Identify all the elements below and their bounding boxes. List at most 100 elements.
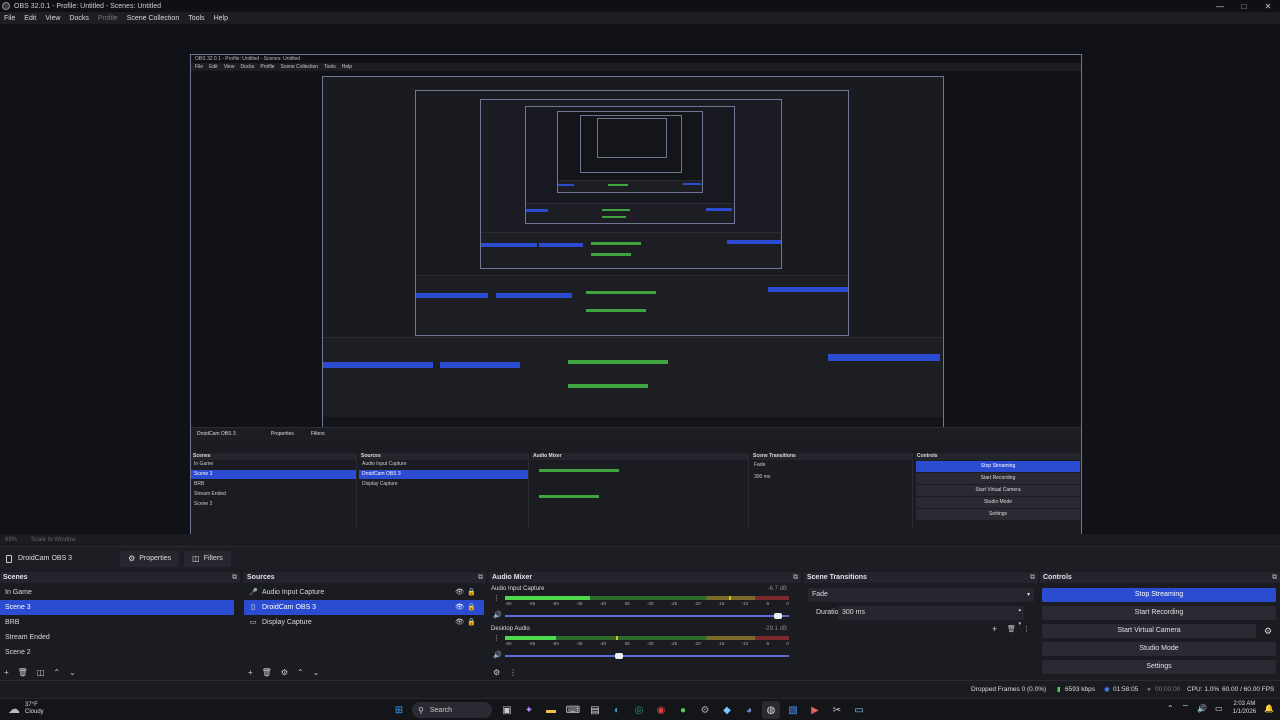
move-up-icon[interactable]: ⌃ [53, 668, 60, 677]
transitions-header: Scene Transitions ⧉ [804, 572, 1038, 583]
notepad-icon[interactable]: ▤ [586, 701, 604, 719]
weather-widget[interactable]: ☁ 37°F Cloudy [8, 702, 44, 716]
app-icon[interactable]: ● [674, 701, 692, 719]
cloud-icon: ☁ [8, 702, 20, 716]
eye-icon[interactable]: 👁 [455, 585, 464, 600]
windows-start-icon[interactable]: ⊞ [390, 701, 408, 719]
scene-item[interactable]: Scene 2 [0, 645, 240, 660]
nested-transitions-dock: Scene Transitions Fade 300 ms [751, 453, 913, 529]
source-item[interactable]: ▯ DroidCam OBS 3 👁 🔒 [244, 600, 484, 615]
move-down-icon[interactable]: ⌄ [69, 668, 76, 677]
move-down-icon[interactable]: ⌄ [313, 668, 320, 677]
lock-icon[interactable]: 🔒 [467, 585, 476, 600]
menu-edit[interactable]: Edit [24, 15, 36, 22]
menu-view[interactable]: View [45, 15, 60, 22]
settings-icon[interactable]: ⚙ [696, 701, 714, 719]
undock-icon[interactable]: ⧉ [478, 572, 483, 583]
scene-item[interactable]: BRB [0, 615, 240, 630]
scenes-footer: + 🗑 ◫ ⌃ ⌄ [4, 666, 85, 678]
speaker-icon[interactable]: 🔊 [493, 651, 502, 659]
filters-button[interactable]: ◫ Filters [184, 550, 231, 567]
minimize-button[interactable]: — [1208, 0, 1232, 12]
transition-menu-icon[interactable]: ⋮ [1023, 625, 1030, 633]
virtual-camera-settings-gear-icon[interactable]: ⚙ [1259, 624, 1277, 638]
scene-filters-icon[interactable]: ◫ [37, 668, 45, 677]
remove-transition-icon[interactable]: 🗑 [1007, 625, 1016, 633]
file-explorer-icon[interactable]: ▬ [542, 701, 560, 719]
stop-streaming-button[interactable]: Stop Streaming [1042, 588, 1276, 602]
system-tray: ⌃ ⌔ 🔊 ▭ 2:03 AM 1/1/2026 🔔 [1159, 700, 1274, 716]
maximize-button[interactable]: □ [1232, 0, 1256, 12]
browser-icon[interactable]: ◎ [630, 701, 648, 719]
undock-icon[interactable]: ⧉ [793, 572, 798, 583]
duration-input[interactable]: 300 ms ▴ ▾ [838, 606, 1024, 627]
undock-icon[interactable]: ⧉ [232, 572, 237, 583]
add-transition-icon[interactable]: + [992, 624, 997, 634]
terminal-icon[interactable]: ⌨ [564, 701, 582, 719]
scale-mode-select[interactable]: Scale to Window [31, 537, 76, 543]
edge-icon[interactable]: ◐ [608, 701, 626, 719]
volume-slider-knob[interactable] [773, 613, 782, 619]
chevron-up-icon[interactable]: ⌃ [1167, 704, 1174, 713]
wifi-icon[interactable]: ⌔ [1182, 703, 1190, 713]
more-vertical-icon[interactable]: ⋮ [493, 634, 500, 642]
obs-icon[interactable]: ◍ [762, 701, 780, 719]
speaker-icon[interactable]: 🔊 [493, 611, 502, 619]
scene-item[interactable]: Scene 3 [0, 600, 234, 615]
close-button[interactable]: ✕ [1256, 0, 1280, 12]
add-scene-icon[interactable]: + [4, 668, 9, 677]
more-vertical-icon[interactable]: ⋮ [493, 594, 500, 602]
undock-icon[interactable]: ⧉ [1030, 572, 1035, 583]
taskbar-search[interactable]: ⚲ Search [412, 702, 492, 718]
move-up-icon[interactable]: ⌃ [297, 668, 304, 677]
mixer-settings-icon[interactable]: ⚙ [493, 668, 500, 677]
source-item[interactable]: 🎤 Audio Input Capture 👁 🔒 [244, 585, 484, 600]
eye-icon[interactable]: 👁 [455, 615, 464, 630]
menu-scene-collection[interactable]: Scene Collection [127, 15, 180, 22]
program-preview[interactable]: OBS 32.0.1 - Profile: Untitled - Scenes:… [0, 24, 1280, 556]
vscode-icon[interactable]: ◆ [718, 701, 736, 719]
menu-file[interactable]: File [4, 15, 15, 22]
media-icon[interactable]: ▶ [806, 701, 824, 719]
volume-icon[interactable]: 🔊 [1197, 704, 1207, 713]
add-source-icon[interactable]: + [248, 668, 253, 677]
undock-icon[interactable]: ⧉ [1272, 572, 1277, 583]
start-recording-button[interactable]: Start Recording [1042, 606, 1276, 620]
lock-icon[interactable]: 🔒 [467, 615, 476, 630]
nested-mini-panels-3 [416, 275, 848, 335]
record-time: 00:00:00 [1155, 686, 1181, 693]
source-item[interactable]: ▭ Display Capture 👁 🔒 [244, 615, 484, 630]
remove-source-icon[interactable]: 🗑 [262, 668, 272, 677]
battery-icon[interactable]: ▭ [1215, 704, 1223, 713]
taskbar-clock[interactable]: 2:03 AM 1/1/2026 [1233, 700, 1256, 716]
task-view-icon[interactable]: ▣ [498, 701, 516, 719]
lock-icon[interactable]: 🔒 [467, 600, 476, 615]
menu-tools[interactable]: Tools [188, 15, 204, 22]
menu-help[interactable]: Help [214, 15, 228, 22]
photos-icon[interactable]: ▧ [784, 701, 802, 719]
notification-bell-icon[interactable]: 🔔 [1264, 704, 1274, 713]
chrome-icon[interactable]: ◉ [652, 701, 670, 719]
studio-mode-button[interactable]: Studio Mode [1042, 642, 1276, 656]
discord-icon[interactable]: ◕ [740, 701, 758, 719]
settings-button[interactable]: Settings [1042, 660, 1276, 674]
menu-docks[interactable]: Docks [69, 15, 88, 22]
volume-slider[interactable] [505, 613, 789, 619]
mixer-menu-icon[interactable]: ⋮ [509, 668, 517, 677]
properties-button[interactable]: ⚙ Properties [120, 550, 180, 567]
spin-arrows-icon[interactable]: ▴ ▾ [1018, 603, 1021, 631]
eye-icon[interactable]: 👁 [455, 600, 464, 615]
copilot-icon[interactable]: ✦ [520, 701, 538, 719]
scene-item[interactable]: In Game [0, 585, 240, 600]
remote-desktop-icon[interactable]: ▭ [850, 701, 868, 719]
remove-scene-icon[interactable]: 🗑 [18, 668, 28, 677]
zoom-level[interactable]: 69% [5, 537, 17, 543]
menu-profile[interactable]: Profile [98, 15, 118, 22]
scene-item[interactable]: Stream Ended [0, 630, 240, 645]
start-virtual-camera-button[interactable]: Start Virtual Camera [1042, 624, 1256, 638]
source-settings-icon[interactable]: ⚙ [281, 668, 288, 677]
volume-slider[interactable] [505, 653, 789, 659]
snipping-icon[interactable]: ✂ [828, 701, 846, 719]
transition-select[interactable]: Fade ▾ [808, 588, 1034, 602]
volume-slider-knob[interactable] [614, 653, 623, 659]
